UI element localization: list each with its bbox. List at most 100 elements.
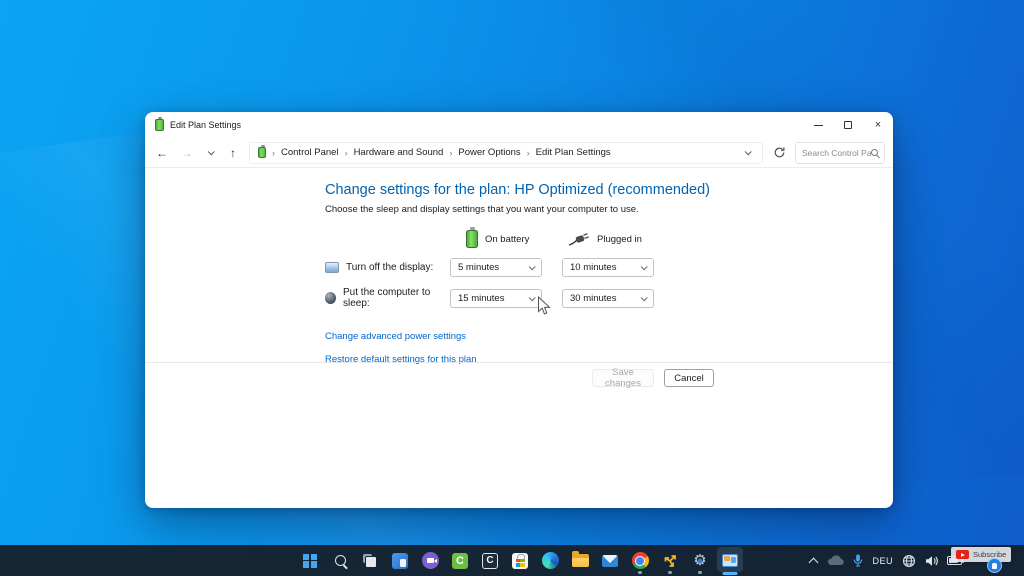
- window-title: Edit Plan Settings: [170, 120, 241, 130]
- display-on-battery-select[interactable]: 5 minutes: [450, 258, 542, 277]
- subscribe-label: Subscribe: [973, 550, 1006, 559]
- maximize-button[interactable]: [833, 112, 863, 138]
- breadcrumb-item-hardware-and-sound[interactable]: Hardware and Sound: [354, 147, 444, 158]
- plugged-in-column-header: Plugged in: [562, 233, 674, 246]
- chrome-icon: [632, 552, 649, 569]
- onedrive-cloud-icon[interactable]: [827, 555, 844, 566]
- windows-logo-icon: [303, 554, 317, 568]
- breadcrumb-separator: ›: [345, 148, 348, 158]
- back-button[interactable]: ←: [153, 146, 171, 160]
- active-app-indicator: [723, 572, 738, 575]
- taskbar: C C: [0, 545, 1024, 576]
- sleep-plugged-in-value: 30 minutes: [570, 293, 616, 304]
- hidden-icons-chevron[interactable]: [810, 557, 818, 565]
- display-setting-row: Turn off the display: 5 minutes 10 minut…: [325, 258, 893, 277]
- plugged-in-label: Plugged in: [597, 234, 642, 245]
- cancel-button[interactable]: Cancel: [664, 369, 714, 387]
- breadcrumb-separator: ›: [449, 148, 452, 158]
- refresh-button[interactable]: [770, 146, 788, 159]
- page-subtitle: Choose the sleep and display settings th…: [325, 204, 893, 215]
- edit-plan-settings-window: Edit Plan Settings × ← → ↑ › Control Pan…: [145, 112, 893, 508]
- breadcrumb-item-power-options[interactable]: Power Options: [458, 147, 520, 158]
- mail-button[interactable]: [600, 545, 620, 576]
- task-view-icon: [363, 554, 377, 568]
- breadcrumb-item-control-panel[interactable]: Control Panel: [281, 147, 339, 158]
- chevron-down-icon: [641, 294, 648, 301]
- file-explorer-button[interactable]: [570, 545, 590, 576]
- sleep-setting-row: Put the computer to sleep: 15 minutes 30…: [325, 287, 893, 309]
- widgets-icon: [392, 553, 408, 569]
- search-input[interactable]: [802, 148, 871, 158]
- close-icon: ×: [875, 119, 881, 131]
- search-icon: [871, 149, 878, 156]
- forward-button[interactable]: →: [178, 146, 196, 160]
- on-battery-label: On battery: [485, 234, 529, 245]
- maximize-icon: [844, 121, 852, 129]
- running-indicator: [668, 571, 672, 574]
- chevron-down-icon: [529, 294, 536, 301]
- camtasia-recorder-button[interactable]: C: [480, 545, 500, 576]
- camtasia-recorder-icon: C: [482, 553, 498, 569]
- network-globe-icon[interactable]: [902, 554, 916, 568]
- task-view-button[interactable]: [360, 545, 380, 576]
- settings-button[interactable]: ⚙: [690, 545, 710, 576]
- display-icon: [325, 262, 339, 273]
- navigation-toolbar: ← → ↑ › Control Panel › Hardware and Sou…: [145, 138, 893, 168]
- language-indicator[interactable]: DEU: [872, 556, 893, 566]
- video-call-app-button[interactable]: [420, 545, 440, 576]
- address-dropdown-button[interactable]: [740, 150, 754, 155]
- sleep-setting-label: Put the computer to sleep:: [343, 287, 450, 309]
- taskbar-search-button[interactable]: [330, 545, 350, 576]
- chevron-down-icon: [207, 148, 214, 155]
- running-indicator: [638, 571, 642, 574]
- minimize-icon: [814, 125, 823, 126]
- microsoft-store-button[interactable]: [510, 545, 530, 576]
- titlebar: Edit Plan Settings ×: [145, 112, 893, 138]
- mail-icon: [602, 555, 618, 567]
- minimize-button[interactable]: [803, 112, 833, 138]
- page-title: Change settings for the plan: HP Optimiz…: [325, 182, 893, 198]
- breadcrumb-item-edit-plan-settings[interactable]: Edit Plan Settings: [536, 147, 611, 158]
- plan-settings-table: On battery Plugged in: [325, 230, 893, 309]
- recent-pages-dropdown[interactable]: [203, 150, 217, 155]
- start-button[interactable]: [300, 545, 320, 576]
- power-options-icon: [155, 119, 164, 131]
- chevron-down-icon: [529, 263, 536, 270]
- youtube-icon: [956, 550, 969, 559]
- speaker-icon[interactable]: [925, 555, 938, 567]
- change-advanced-power-settings-link[interactable]: Change advanced power settings: [325, 331, 893, 342]
- desktop-wallpaper: Edit Plan Settings × ← → ↑ › Control Pan…: [0, 0, 1024, 576]
- sleep-on-battery-select[interactable]: 15 minutes: [450, 289, 542, 308]
- plug-icon: [568, 233, 590, 246]
- running-indicator: [698, 571, 702, 574]
- edge-button[interactable]: [540, 545, 560, 576]
- notification-bell-badge: [987, 558, 1002, 573]
- plan-settings-content: Change settings for the plan: HP Optimiz…: [145, 168, 893, 508]
- edge-icon: [542, 552, 559, 569]
- subscribe-watermark[interactable]: Subscribe: [951, 547, 1011, 562]
- battery-icon: [466, 230, 478, 248]
- close-button[interactable]: ×: [863, 112, 893, 138]
- camtasia-icon: C: [452, 553, 468, 569]
- camtasia-button[interactable]: C: [450, 545, 470, 576]
- chevron-down-icon: [744, 148, 751, 155]
- widgets-button[interactable]: [390, 545, 410, 576]
- display-plugged-in-select[interactable]: 10 minutes: [562, 258, 654, 277]
- breadcrumb: › Control Panel › Hardware and Sound › P…: [249, 142, 763, 164]
- display-plugged-in-value: 10 minutes: [570, 262, 616, 273]
- restore-default-settings-link[interactable]: Restore default settings for this plan: [325, 354, 893, 365]
- microsoft-store-icon: [512, 553, 528, 569]
- up-button[interactable]: ↑: [224, 146, 242, 160]
- control-panel-active-button[interactable]: [720, 545, 740, 576]
- gear-center-dot: [698, 559, 703, 564]
- share-arrows-icon: [662, 553, 678, 569]
- column-header-row: On battery Plugged in: [450, 230, 893, 248]
- sleep-plugged-in-select[interactable]: 30 minutes: [562, 289, 654, 308]
- sleep-on-battery-value: 15 minutes: [458, 293, 504, 304]
- chrome-button[interactable]: [630, 545, 650, 576]
- share-app-button[interactable]: [660, 545, 680, 576]
- mouse-cursor: [537, 296, 551, 316]
- microphone-icon[interactable]: [853, 554, 863, 567]
- folder-icon: [572, 554, 589, 567]
- save-changes-button[interactable]: Save changes: [592, 369, 654, 387]
